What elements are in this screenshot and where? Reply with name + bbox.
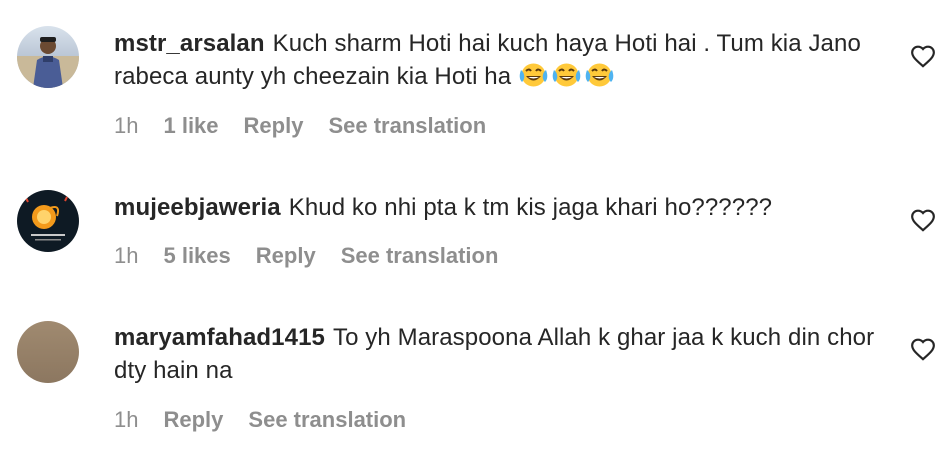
see-translation-link[interactable]: See translation — [328, 113, 486, 139]
heart-outline-icon[interactable] — [910, 208, 936, 234]
avatar[interactable] — [17, 190, 79, 252]
comment-meta: 1h 1 like Reply See translation — [114, 113, 511, 139]
comment-time: 1h — [114, 243, 139, 268]
reply-button[interactable]: Reply — [163, 407, 223, 433]
likes-count[interactable]: 1 like — [163, 113, 218, 139]
comment-time: 1h — [114, 113, 139, 138]
face-with-tears-of-joy-icon — [518, 61, 549, 89]
comment-meta: 1h 5 likes Reply See translation — [114, 243, 523, 269]
comment-username[interactable]: maryamfahad1415 — [114, 324, 325, 351]
face-with-tears-of-joy-icon — [551, 61, 582, 89]
comment-meta: 1h Reply See translation — [114, 407, 431, 433]
avatar[interactable] — [17, 26, 79, 88]
see-translation-link[interactable]: See translation — [248, 407, 406, 433]
comment-body: Khud ko nhi pta k tm kis jaga khari ho??… — [288, 194, 773, 221]
likes-count[interactable]: 5 likes — [163, 243, 230, 269]
reply-button[interactable]: Reply — [256, 243, 316, 269]
comment-username[interactable]: mstr_arsalan — [114, 30, 265, 57]
comment-text: maryamfahad1415 To yh Maraspoona Allah k … — [114, 321, 894, 387]
face-with-tears-of-joy-icon — [584, 61, 615, 89]
heart-outline-icon[interactable] — [910, 44, 936, 70]
heart-outline-icon[interactable] — [910, 337, 936, 363]
comment-time: 1h — [114, 407, 139, 432]
comment-text: mstr_arsalan Kuch sharm Hoti hai kuch hay… — [114, 27, 894, 93]
avatar[interactable] — [17, 321, 79, 383]
reply-button[interactable]: Reply — [244, 113, 304, 139]
comment-username[interactable]: mujeebjaweria — [114, 194, 281, 221]
comment-text: mujeebjaweria Khud ko nhi pta k tm kis ja… — [114, 191, 894, 224]
see-translation-link[interactable]: See translation — [341, 243, 499, 269]
